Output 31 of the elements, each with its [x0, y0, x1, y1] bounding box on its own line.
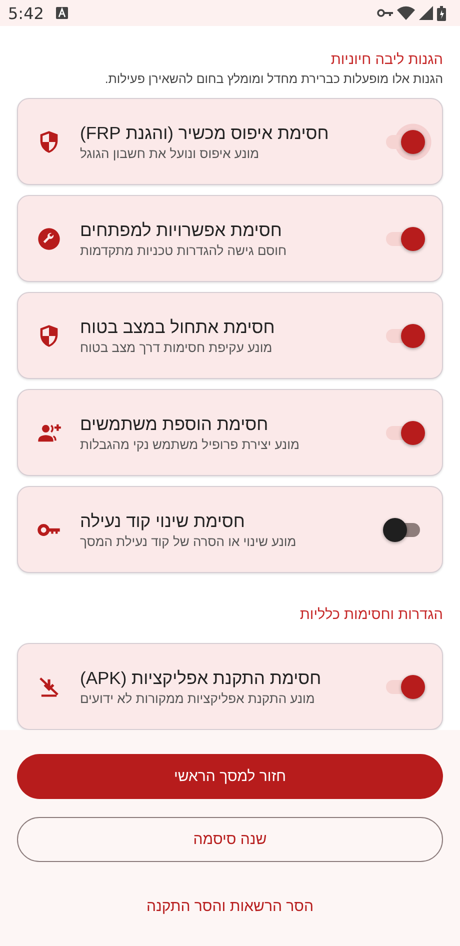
- setting-card[interactable]: חסימת שינוי קוד נעילה מונע שינוי או הסרה של קוד נעילת המסך: [17, 486, 443, 573]
- setting-title: חסימת הוספת משתמשים: [80, 414, 270, 434]
- setting-description: מונע התקנת אפליקציות ממקורות לא ידועים: [80, 690, 316, 706]
- setting-description: מונע יצירת פרופיל משתמש נקי מהגבלות: [80, 436, 300, 452]
- battery-icon: [437, 6, 446, 20]
- setting-card[interactable]: חסימת הוספת משתמשים מונע יצירת פרופיל משתמש נקי מהגבלות: [17, 389, 443, 476]
- setting-description: מונע איפוס ונועל את חשבון הגוגל: [80, 146, 260, 160]
- setting-title: חסימת שינוי קוד נעילה: [80, 510, 246, 532]
- setting-description: חוסם גישה להגדרות טכניות מתקדמות: [80, 242, 287, 258]
- status-time: 5:42: [8, 4, 44, 22]
- signal-icon: [419, 6, 433, 20]
- text-link-button[interactable]: הסר הרשאות והסר התקנה: [138, 894, 322, 919]
- action-button[interactable]: שנה סיסמה: [17, 817, 443, 862]
- vpn-key-icon: [377, 8, 393, 18]
- setting-title: חסימת אפשרויות למפתחים: [80, 220, 283, 240]
- setting-title: חסימת איפוס מכשיר (והגנת FRP): [80, 122, 329, 144]
- section-title: הגנות ליבה חיוניות: [330, 52, 443, 68]
- setting-card[interactable]: חסימת אתחול במצב בטוח מונע עקיפת חסימות דרך מצב בטוח: [17, 292, 443, 379]
- notification-icon: [56, 7, 68, 19]
- action-button[interactable]: חזור למסך הראשי: [17, 754, 443, 799]
- wifi-icon: [397, 6, 415, 20]
- setting-title: חסימת אתחול במצב בטוח: [80, 316, 275, 338]
- setting-title: חסימת התקנת אפליקציות (APK): [80, 668, 322, 688]
- setting-card[interactable]: חסימת התקנת אפליקציות (APK) מונע התקנת אפליקציות ממקורות לא ידועים: [17, 643, 443, 730]
- section-title: הגדרות וחסימות כלליות: [298, 607, 443, 623]
- setting-card[interactable]: חסימת איפוס מכשיר (והגנת FRP) מונע איפוס ונועל את חשבון הגוגל: [17, 98, 443, 185]
- section-description: הגנות אלו מופעלות כברירת מחדל ומומלץ בחום להשאירן פעילות.: [104, 72, 443, 86]
- setting-description: מונע שינוי או הסרה של קוד נעילת המסך: [80, 534, 296, 548]
- wrench-icon: [36, 226, 62, 252]
- setting-card[interactable]: חסימת אפשרויות למפתחים חוסם גישה להגדרות טכניות מתקדמות: [17, 195, 443, 282]
- setting-description: מונע עקיפת חסימות דרך מצב בטוח: [80, 340, 274, 354]
